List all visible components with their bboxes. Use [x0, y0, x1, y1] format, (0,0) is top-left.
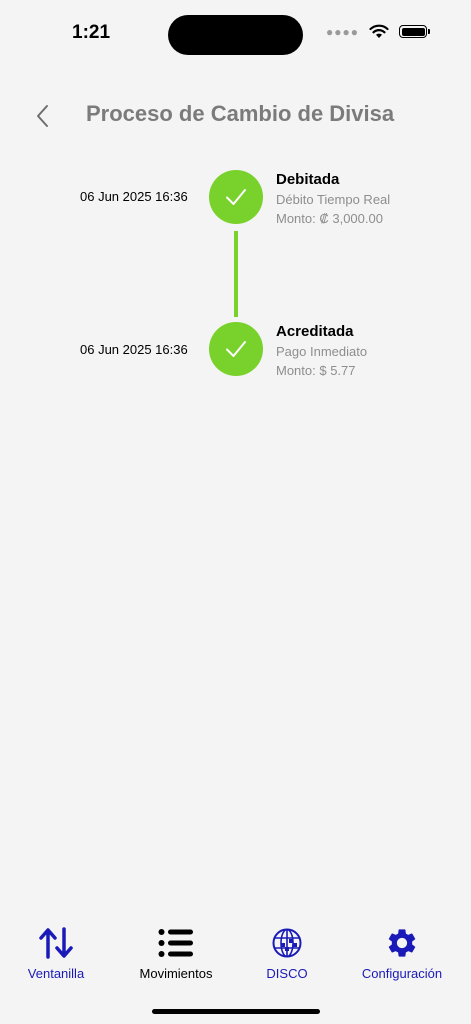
chevron-left-icon	[37, 105, 48, 127]
step-subtitle: Débito Tiempo Real	[276, 192, 391, 207]
step-date: 06 Jun 2025 16:36	[80, 189, 188, 204]
back-button[interactable]	[30, 101, 54, 131]
step-date: 06 Jun 2025 16:36	[80, 342, 188, 357]
cellular-signal-icon: ●●●●	[326, 24, 359, 39]
timeline-connector	[234, 231, 238, 317]
gear-icon	[385, 926, 419, 960]
step-info: Debitada Débito Tiempo Real Monto: ₡ 3,0…	[276, 171, 390, 228]
step-check-circle	[209, 322, 263, 376]
step-title: Acreditada	[276, 323, 354, 340]
globe-icon	[271, 926, 303, 960]
wifi-icon	[369, 24, 389, 38]
home-indicator	[152, 1009, 320, 1014]
checkmark-icon	[226, 189, 246, 205]
list-icon	[158, 926, 194, 960]
step-subtitle: Pago Inmediato	[276, 344, 368, 359]
arrows-up-down-icon	[39, 926, 73, 960]
step-amount: Monto: $ 5.77	[276, 363, 356, 378]
status-icons: ●●●●	[326, 24, 430, 39]
tab-movimientos[interactable]: Movimientos	[134, 926, 218, 981]
step-info: Acreditada Pago Inmediato Monto: $ 5.77	[276, 323, 367, 380]
step-check-circle	[209, 170, 263, 224]
tab-label: DISCO	[266, 966, 308, 981]
battery-icon	[399, 25, 430, 38]
page-title: Proceso de Cambio de Divisa	[86, 101, 395, 126]
tab-label: Movimientos	[139, 966, 213, 981]
status-time: 1:21	[72, 22, 111, 43]
tab-disco[interactable]: DISCO	[257, 926, 317, 981]
tab-label: Configuración	[361, 966, 443, 981]
tab-ventanilla[interactable]: Ventanilla	[18, 926, 94, 981]
tab-configuracion[interactable]: Configuración	[356, 926, 448, 981]
tab-label: Ventanilla	[27, 966, 85, 981]
dynamic-island	[168, 15, 303, 55]
tab-bar: Ventanilla Movimientos DISCO Configuraci…	[0, 920, 471, 1000]
step-title: Debitada	[276, 171, 340, 188]
step-amount: Monto: ₡ 3,000.00	[276, 211, 383, 226]
checkmark-icon	[226, 341, 246, 357]
